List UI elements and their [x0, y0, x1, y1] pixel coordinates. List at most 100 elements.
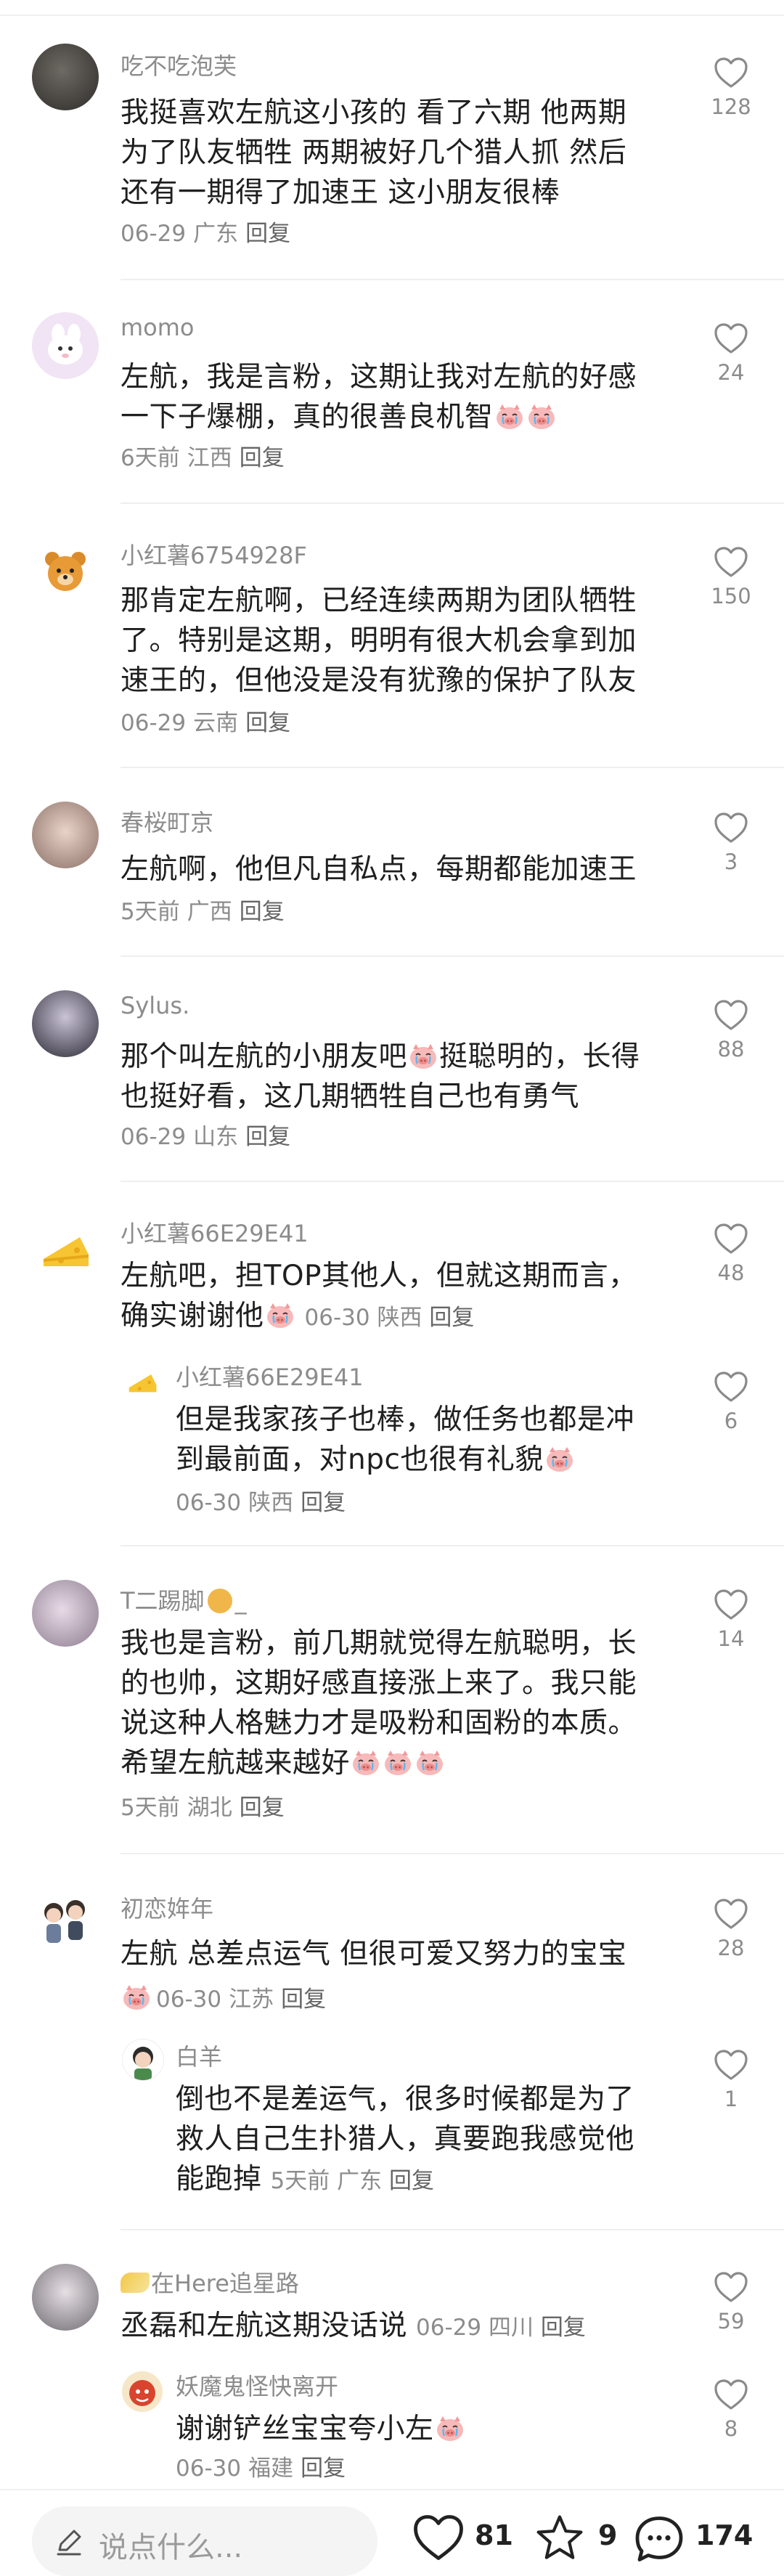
avatar[interactable]	[32, 990, 99, 1057]
reply-button[interactable]: 回复	[281, 1986, 326, 2013]
avatar[interactable]	[32, 537, 99, 604]
comment-date: 6天前	[121, 445, 180, 471]
like-count: 59	[717, 2309, 745, 2334]
avatar[interactable]	[32, 44, 99, 110]
like-count: 6	[724, 1409, 738, 1433]
avatar[interactable]	[32, 312, 99, 379]
reply-text[interactable]: 但是我家孩子也棒，做任务也都是冲 到最前面，对npc也很有礼貌	[176, 1400, 684, 1480]
reply-button[interactable]: 回复	[429, 1305, 474, 1331]
reply-button[interactable]: 回复	[245, 221, 290, 247]
avatar[interactable]	[122, 2371, 163, 2412]
reply-meta: 06-30 福建 回复	[176, 2450, 353, 2482]
comment-meta: 06-30 陕西 回复	[304, 1305, 475, 1331]
comment-text[interactable]: 丞磊和左航这期没话说 06-29 四川 回复	[121, 2306, 672, 2348]
bottom-action-bar: 说点什么... 81 9 174	[0, 2489, 784, 2576]
reply-text[interactable]: 倒也不是差运气，很多时候都是为了 救人自己生扑猎人，真要跑我感觉他 能跑掉 5天前…	[176, 2079, 684, 2201]
avatar[interactable]	[32, 1580, 99, 1647]
comment-line: 我挺喜欢左航这小孩的 看了六期 他两期	[121, 97, 627, 129]
avatar[interactable]	[32, 1217, 99, 1284]
like-button[interactable]: 128	[703, 57, 759, 119]
reply-button[interactable]: 回复	[240, 899, 285, 925]
reply-button[interactable]: 回复	[301, 1490, 346, 1516]
like-button[interactable]: 59	[703, 2271, 759, 2334]
comment-username[interactable]: 春桜町京	[121, 804, 213, 838]
comment-location: 湖北	[187, 1795, 232, 1821]
avatar[interactable]	[122, 1362, 163, 1403]
like-button[interactable]: 28	[703, 1898, 759, 1960]
reply-button[interactable]: 回复	[240, 445, 285, 471]
comment-feed: 吃不吃泡芙 我挺喜欢左航这小孩的 看了六期 他两期 为了队友牺牲 两期被好几个猎…	[0, 0, 784, 2490]
comment-text[interactable]: 左航 总差点运气 但很可爱又努力的宝宝	[121, 1934, 672, 1974]
like-count: 14	[717, 1626, 745, 1651]
like-button[interactable]: 24	[703, 322, 759, 385]
comment-line: 到最前面，对npc也很有礼貌	[176, 1440, 684, 1480]
comment-line: 救人自己生扑猎人，真要跑我感觉他	[176, 2123, 635, 2156]
like-button[interactable]: 88	[703, 999, 759, 1061]
avatar[interactable]	[32, 1888, 99, 1955]
like-button[interactable]: 8	[703, 2379, 759, 2441]
reply-username[interactable]: 妖魔鬼怪快离开	[176, 2368, 338, 2402]
pencil-icon	[57, 2530, 81, 2556]
heart-outline-icon	[714, 812, 748, 844]
heart-outline-icon	[714, 1371, 748, 1403]
comment-date: 06-29	[121, 221, 187, 247]
divider	[121, 1545, 784, 1546]
comment-line: 我也是言粉，前几期就觉得左航聪明，长	[121, 1627, 637, 1660]
comment-text[interactable]: 我挺喜欢左航这小孩的 看了六期 他两期 为了队友牺牲 两期被好几个猎人抓 然后 …	[121, 93, 672, 213]
reply-button[interactable]: 回复	[301, 2455, 346, 2482]
comment-date: 06-30	[156, 1986, 222, 2013]
comment-text[interactable]: 那肯定左航啊，已经连续两期为团队牺牲 了。特别是这期，明明有很大机会拿到加 速王…	[121, 581, 672, 701]
reply-button[interactable]: 回复	[389, 2168, 434, 2194]
comment-location: 云南	[193, 710, 239, 736]
comment-line: 那个叫左航的小朋友吧 挺聪明的，长得	[121, 1040, 640, 1073]
like-count: 8	[724, 2416, 738, 2441]
comment-line: 了。特别是这期，明明有很大机会拿到加	[121, 624, 637, 657]
divider	[121, 1853, 784, 1854]
avatar[interactable]	[122, 2039, 164, 2081]
divider	[121, 2229, 784, 2230]
reply-username[interactable]: 小红薯66E29E41	[176, 1359, 364, 1393]
comment-line: 左航，我是言粉，这期让我对左航的好感	[121, 361, 637, 394]
comment-line: 倒也不是差运气，很多时候都是为了	[176, 2083, 635, 2116]
avatar[interactable]	[32, 2264, 99, 2331]
comment-username[interactable]: 吃不吃泡芙	[121, 48, 237, 81]
like-count: 28	[717, 1936, 745, 1960]
reply-text[interactable]: 谢谢铲丝宝宝夸小左	[176, 2409, 684, 2449]
reply-button[interactable]: 回复	[245, 710, 290, 736]
like-button[interactable]: 14	[703, 1589, 759, 1651]
like-button[interactable]: 6	[703, 1371, 759, 1433]
comment-username[interactable]: 在Here追星路	[121, 2265, 299, 2299]
like-count: 81	[475, 2519, 513, 2551]
comment-text[interactable]: 那个叫左航的小朋友吧 挺聪明的，长得 也挺好看，这几期牺牲自己也有勇气	[121, 1037, 672, 1117]
crying-pig-emoji	[265, 1302, 295, 1329]
comment-line: 左航 总差点运气 但很可爱又努力的宝宝	[121, 1938, 627, 1970]
comment-text[interactable]: 我也是言粉，前几期就觉得左航聪明，长 的也帅，这期好感直接涨上来了。我只能 说这…	[121, 1623, 672, 1783]
avatar[interactable]	[32, 802, 99, 868]
cartoon-avatar-image	[133, 2047, 153, 2080]
like-button[interactable]: 150	[703, 546, 759, 608]
comment-username[interactable]: Sylus.	[121, 992, 189, 1019]
like-button[interactable]: 3	[703, 812, 759, 874]
comment-username[interactable]: 小红薯6754928F	[121, 537, 307, 571]
reply-button[interactable]: 回复	[245, 1124, 290, 1150]
like-button[interactable]: 48	[703, 1223, 759, 1285]
reply-button[interactable]: 回复	[541, 2315, 586, 2341]
comment-line: 确实谢谢他 06-30 陕西 回复	[121, 1300, 475, 1332]
comment-line: 为了队友牺牲 两期被好几个猎人抓 然后	[121, 136, 627, 169]
comment-line: 谢谢铲丝宝宝夸小左	[176, 2409, 684, 2449]
comment-text[interactable]: 左航吧，担TOP其他人，但就这期而言， 确实谢谢他 06-30 陕西 回复	[121, 1256, 672, 1338]
comment-text[interactable]: 左航啊，他但凡自私点，每期都能加速王	[121, 849, 672, 889]
comment-location: 山东	[193, 1124, 239, 1150]
crying-pig-emoji	[121, 1984, 152, 2011]
comment-username[interactable]: T二踢脚 _	[121, 1583, 247, 1616]
reply-button[interactable]: 回复	[240, 1795, 285, 1821]
comment-input[interactable]: 说点什么...	[32, 2506, 377, 2576]
comment-text[interactable]: 左航，我是言粉，这期让我对左航的好感 一下子爆棚，真的很善良机智	[121, 357, 672, 437]
reply-username[interactable]: 白羊	[176, 2039, 222, 2072]
comment-username[interactable]: 小红薯66E29E41	[121, 1215, 309, 1249]
star-outline-icon	[536, 2515, 583, 2559]
comment-username[interactable]: momo	[121, 314, 195, 341]
comment-username[interactable]: 初恋姩年	[121, 1891, 213, 1924]
comment-line: 能跑掉 5天前 广东 回复	[176, 2163, 434, 2196]
like-button[interactable]: 1	[703, 2049, 759, 2111]
